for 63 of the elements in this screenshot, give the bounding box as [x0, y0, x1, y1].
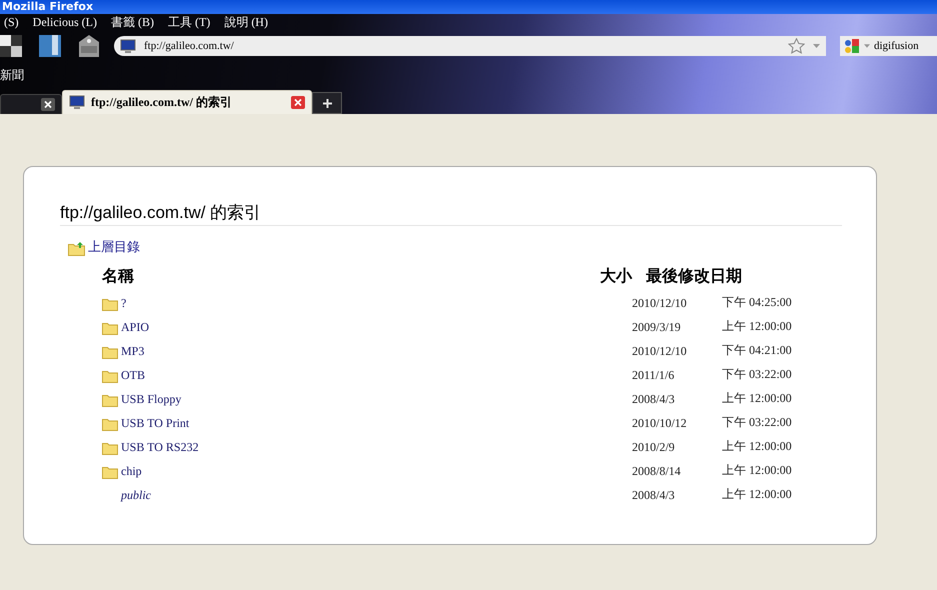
parent-directory-link[interactable]: 上層目錄: [88, 238, 140, 256]
menu-item[interactable]: Delicious (L): [32, 14, 97, 30]
folder-icon: [102, 466, 118, 479]
folder-link[interactable]: USB TO RS232: [121, 440, 199, 455]
bookmark-icon[interactable]: [38, 34, 62, 58]
time-cell-text: 下午 04:25:00: [722, 294, 793, 311]
folder-icon: [102, 346, 118, 359]
date-cell-text: 2010/12/10: [632, 295, 688, 311]
bookmark-item[interactable]: 新聞: [0, 66, 24, 84]
date-cell-text: 2009/3/19: [632, 319, 682, 335]
browser-tab[interactable]: [0, 94, 62, 114]
date-cell-text: 2010/10/12: [632, 415, 688, 431]
folder-icon: [102, 322, 118, 335]
folder-icon: [102, 298, 118, 311]
time-cell-text: 下午 04:21:00: [722, 342, 793, 359]
menu-item[interactable]: 說明 (H): [224, 14, 268, 30]
address-bar[interactable]: ftp://galileo.com.tw/: [114, 36, 826, 56]
folder-icon: [102, 394, 118, 407]
close-icon[interactable]: [291, 96, 305, 109]
plus-icon: [322, 98, 332, 108]
column-header: 大小: [599, 266, 632, 287]
time-cell-text: 上午 12:00:00: [722, 438, 793, 455]
folder-link[interactable]: USB Floppy: [121, 392, 182, 407]
date-cell-text: 2008/8/14: [632, 463, 682, 479]
folder-icon: [102, 442, 118, 455]
menu-item[interactable]: (S): [4, 14, 19, 30]
checker-icon[interactable]: [0, 35, 22, 57]
folder-link[interactable]: OTB: [121, 368, 145, 383]
monitor-icon: [120, 38, 136, 54]
time-cell-text: 上午 12:00:00: [722, 318, 793, 335]
folder-link[interactable]: APIO: [121, 320, 150, 335]
tag-icon[interactable]: [78, 34, 100, 58]
folder-up-icon: [68, 241, 85, 256]
star-icon[interactable]: [788, 38, 805, 54]
search-bar[interactable]: digifusion: [840, 36, 937, 56]
date-cell-text: 2010/2/9: [632, 439, 676, 455]
new-tab-button[interactable]: [312, 92, 342, 114]
folder-link[interactable]: USB TO Print: [121, 416, 190, 431]
time-cell-text: 上午 12:00:00: [722, 486, 793, 503]
menu-item[interactable]: 工具 (T): [168, 14, 210, 30]
browser-tab[interactable]: ftp://galileo.com.tw/ 的索引: [62, 90, 312, 114]
column-header: 名稱: [102, 266, 135, 287]
folder-link[interactable]: chip: [121, 464, 142, 479]
date-cell-text: 2010/12/10: [632, 343, 688, 359]
page-heading: ftp://galileo.com.tw/ 的索引: [60, 201, 842, 226]
date-cell-text: 2008/4/3: [632, 391, 676, 407]
time-cell-text: 下午 03:22:00: [722, 414, 793, 431]
time-cell-text: 上午 12:00:00: [722, 462, 793, 479]
close-icon[interactable]: [41, 98, 55, 111]
window-title: Mozilla Firefox: [2, 0, 94, 14]
search-engine-icon[interactable]: [844, 38, 860, 54]
monitor-icon: [69, 95, 85, 110]
folder-link[interactable]: ?: [121, 296, 126, 311]
folder-icon: [102, 370, 118, 383]
column-header: 最後修改日期: [645, 266, 743, 287]
menu-item[interactable]: 書籤 (B): [110, 14, 154, 30]
folder-link[interactable]: MP3: [121, 344, 144, 359]
time-cell-text: 上午 12:00:00: [722, 390, 793, 407]
file-link[interactable]: public: [121, 488, 151, 503]
folder-icon: [102, 418, 118, 431]
date-cell-text: 2008/4/3: [632, 487, 676, 503]
time-cell-text: 下午 03:22:00: [722, 366, 793, 383]
date-cell-text: 2011/1/6: [632, 367, 676, 383]
